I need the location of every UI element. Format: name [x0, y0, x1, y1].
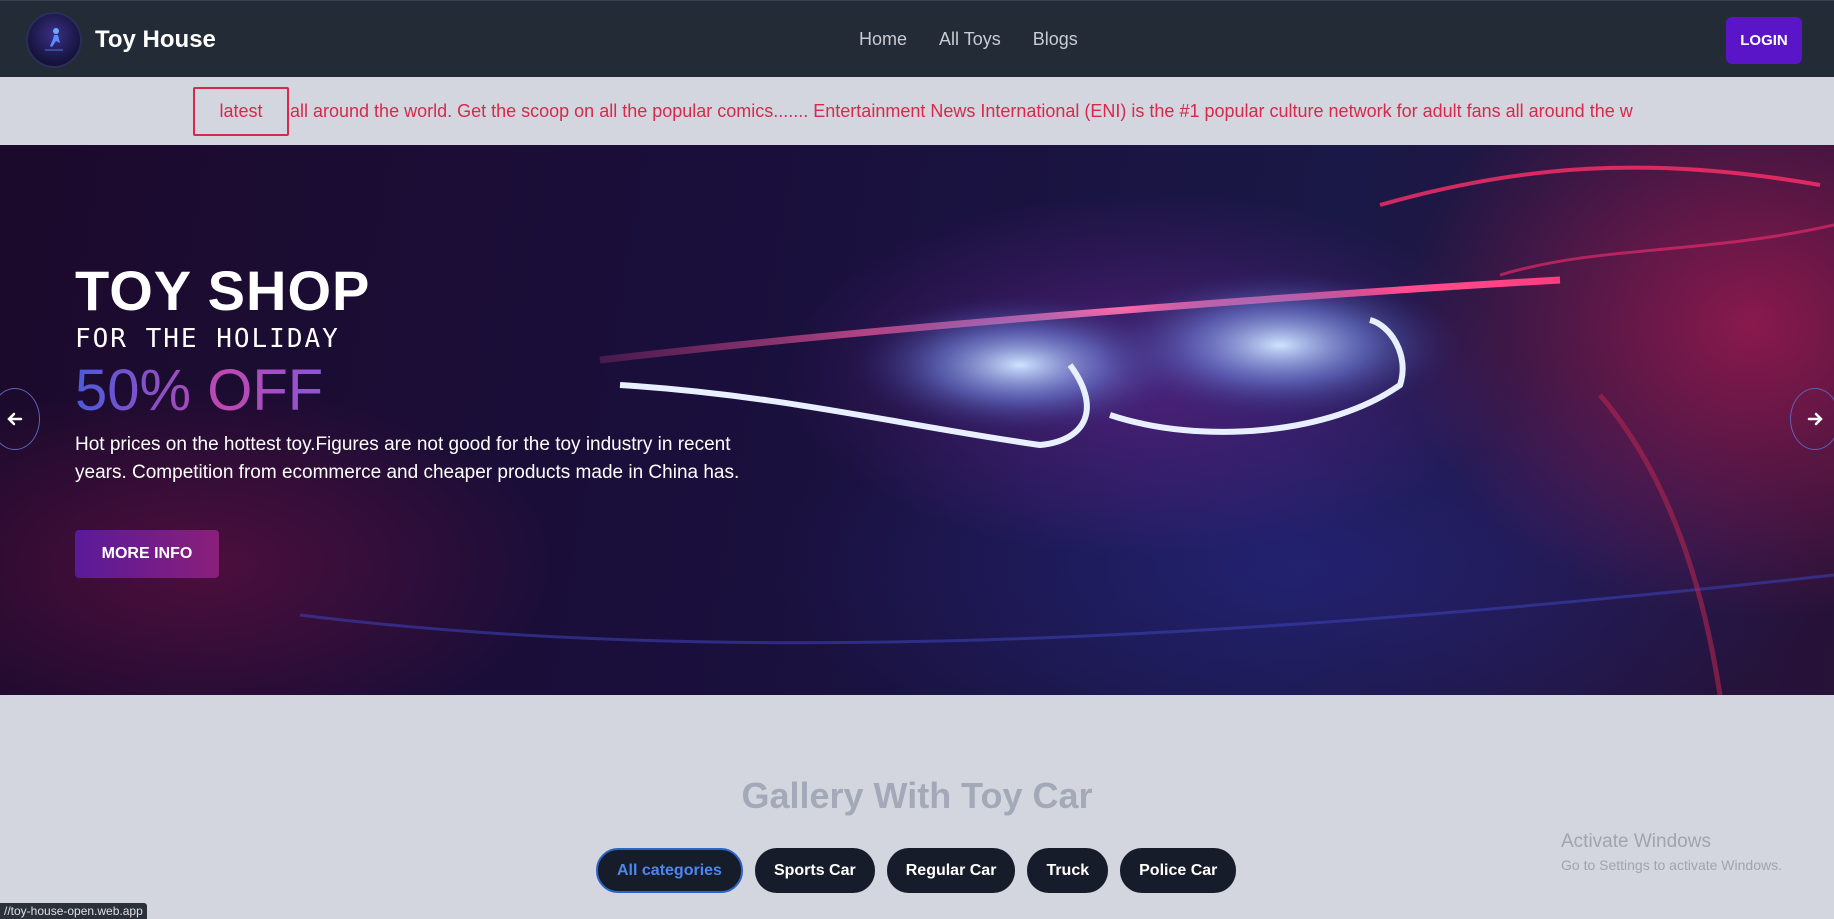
hero-banner: TOY SHOP FOR THE HOLIDAY 50% OFF Hot pri…	[0, 145, 1834, 695]
nav-link-blogs[interactable]: Blogs	[1033, 29, 1078, 50]
nav-links: Home All Toys Blogs	[859, 29, 1078, 50]
status-bar-url: //toy-house-open.web.app	[0, 903, 147, 919]
activate-subtitle: Go to Settings to activate Windows.	[1561, 857, 1782, 873]
more-info-button[interactable]: MORE INFO	[75, 530, 219, 578]
hero-subtitle: FOR THE HOLIDAY	[75, 324, 340, 354]
category-sports-car[interactable]: Sports Car	[754, 848, 875, 893]
category-truck[interactable]: Truck	[1027, 848, 1109, 893]
ticker-text: all around the world. Get the scoop on a…	[290, 101, 1633, 121]
carousel-next-button[interactable]	[1790, 388, 1834, 450]
category-regular-car[interactable]: Regular Car	[886, 848, 1016, 893]
hero-description: Hot prices on the hottest toy.Figures ar…	[75, 434, 740, 483]
login-button[interactable]: LOGIN	[1726, 17, 1802, 64]
gallery-title: Gallery With Toy Car	[741, 775, 1093, 816]
nav-link-all-toys[interactable]: All Toys	[939, 29, 1001, 50]
category-tabs: All categories Sports Car Regular Car Tr…	[596, 848, 1237, 893]
news-ticker: latest all around the world. Get the sco…	[0, 77, 1834, 145]
nav-link-home[interactable]: Home	[859, 29, 907, 50]
logo[interactable]	[26, 12, 82, 68]
hero-offer: 50% OFF	[75, 358, 324, 423]
activate-title: Activate Windows	[1561, 831, 1711, 852]
activate-windows-watermark: Activate Windows Go to Settings to activ…	[1561, 831, 1782, 873]
brand[interactable]: Toy House	[26, 12, 216, 68]
arrow-left-icon	[7, 412, 23, 426]
category-police-car[interactable]: Police Car	[1120, 848, 1237, 893]
logo-figure-icon	[45, 28, 63, 51]
category-all[interactable]: All categories	[596, 848, 743, 893]
navbar: Toy House Home All Toys Blogs LOGIN	[0, 0, 1834, 77]
brand-name: Toy House	[95, 26, 216, 53]
arrow-right-icon	[1807, 412, 1823, 426]
ticker-label: latest	[193, 87, 289, 136]
hero-title: TOY SHOP	[75, 259, 371, 322]
